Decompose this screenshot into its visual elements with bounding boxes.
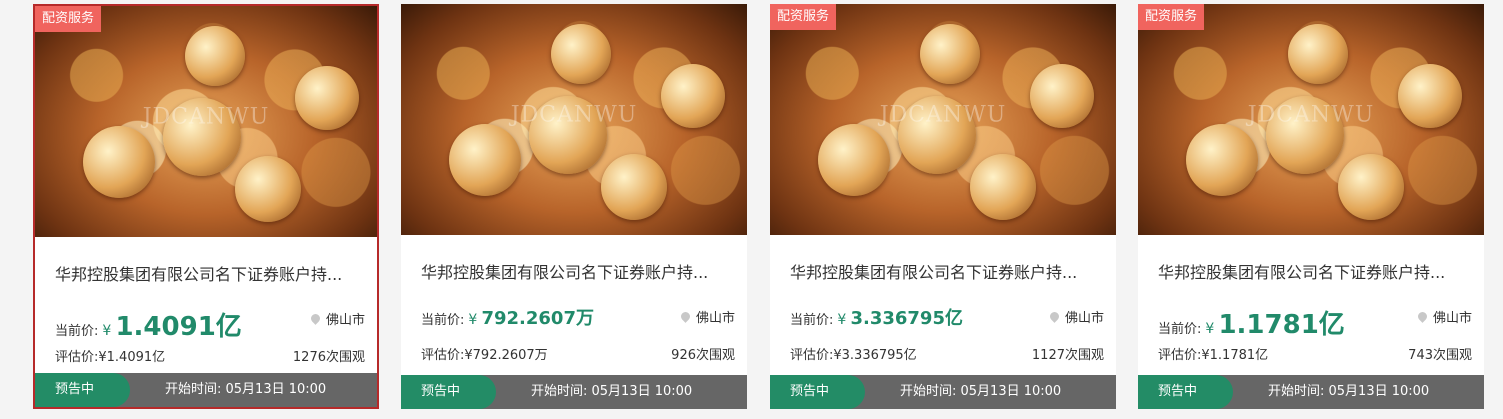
auction-card-row: JDCANWU 配资服务 华邦控股集团有限公司名下证券账户持... 当前价: ¥ … <box>0 0 1503 419</box>
coins-thumbnail[interactable]: JDCANWU <box>35 6 377 237</box>
view-count: 1276次围观 <box>292 350 365 365</box>
current-price-value: 792.2607万 <box>481 308 594 329</box>
current-price: 当前价: ¥ 1.4091亿 <box>55 306 242 343</box>
location-pin-icon <box>1048 310 1061 323</box>
currency-symbol: ¥ <box>1205 321 1215 337</box>
status-badge: 预告中 <box>401 375 496 409</box>
watermark: JDCANWU <box>1247 102 1375 128</box>
current-price: 当前价: ¥ 3.336795亿 <box>790 304 963 330</box>
card-footer: 预告中 开始时间: 05月13日 10:00 <box>401 375 747 409</box>
current-price-value: 1.4091亿 <box>115 312 242 342</box>
current-price-label: 当前价: <box>1158 322 1202 337</box>
financing-service-badge: 配资服务 <box>1138 4 1205 30</box>
currency-symbol: ¥ <box>102 323 112 339</box>
auction-card[interactable]: JDCANWU 配资服务 华邦控股集团有限公司名下证券账户持... 当前价: ¥ … <box>33 4 379 409</box>
appraisal-price: 评估价:¥792.2607万 <box>421 348 548 363</box>
location-pin-icon <box>309 312 322 325</box>
location-label: 佛山市 <box>325 313 365 328</box>
location: 佛山市 <box>309 309 365 328</box>
appraisal-price: 评估价:¥1.1781亿 <box>1158 348 1269 363</box>
location: 佛山市 <box>1416 307 1472 326</box>
item-title[interactable]: 华邦控股集团有限公司名下证券账户持... <box>790 259 1100 283</box>
card-footer: 预告中 开始时间: 05月13日 10:00 <box>1138 375 1484 409</box>
current-price: 当前价: ¥ 1.1781亿 <box>1158 304 1345 341</box>
coins-thumbnail[interactable]: JDCANWU <box>770 4 1116 235</box>
watermark: JDCANWU <box>510 102 638 128</box>
currency-symbol: ¥ <box>468 312 478 328</box>
location-pin-icon <box>1416 310 1429 323</box>
view-count: 1127次围观 <box>1031 348 1104 363</box>
current-price-label: 当前价: <box>421 313 465 328</box>
item-title[interactable]: 华邦控股集团有限公司名下证券账户持... <box>421 259 731 283</box>
start-time: 开始时间: 05月13日 10:00 <box>165 382 327 397</box>
status-badge: 预告中 <box>1138 375 1233 409</box>
auction-card[interactable]: JDCANWU 配资服务 华邦控股集团有限公司名下证券账户持... 当前价: ¥ … <box>770 4 1116 409</box>
start-time: 开始时间: 05月13日 10:00 <box>900 384 1062 399</box>
start-time: 开始时间: 05月13日 10:00 <box>1268 384 1430 399</box>
current-price-label: 当前价: <box>790 313 834 328</box>
start-time: 开始时间: 05月13日 10:00 <box>531 384 693 399</box>
view-count: 926次围观 <box>671 348 735 363</box>
coins-thumbnail[interactable]: JDCANWU <box>1138 4 1484 235</box>
current-price: 当前价: ¥ 792.2607万 <box>421 304 594 330</box>
appraisal-price: 评估价:¥1.4091亿 <box>55 350 166 365</box>
currency-symbol: ¥ <box>837 312 847 328</box>
item-title[interactable]: 华邦控股集团有限公司名下证券账户持... <box>1158 259 1468 283</box>
location-label: 佛山市 <box>1064 311 1104 326</box>
financing-service-badge: 配资服务 <box>35 6 102 32</box>
view-count: 743次围观 <box>1408 348 1472 363</box>
location-pin-icon <box>679 310 692 323</box>
location-label: 佛山市 <box>1432 311 1472 326</box>
status-badge: 预告中 <box>770 375 865 409</box>
auction-card[interactable]: JDCANWU 配资服务 华邦控股集团有限公司名下证券账户持... 当前价: ¥ … <box>1138 4 1484 409</box>
watermark: JDCANWU <box>879 102 1007 128</box>
card-footer: 预告中 开始时间: 05月13日 10:00 <box>35 373 377 407</box>
status-badge: 预告中 <box>35 373 130 407</box>
current-price-label: 当前价: <box>55 324 99 339</box>
card-footer: 预告中 开始时间: 05月13日 10:00 <box>770 375 1116 409</box>
current-price-value: 1.1781亿 <box>1218 310 1345 340</box>
watermark: JDCANWU <box>142 104 270 130</box>
financing-service-badge: 配资服务 <box>770 4 837 30</box>
location: 佛山市 <box>679 307 735 326</box>
location-label: 佛山市 <box>695 311 735 326</box>
current-price-value: 3.336795亿 <box>850 308 963 329</box>
auction-card[interactable]: JDCANWU 华邦控股集团有限公司名下证券账户持... 当前价: ¥ 792.2… <box>401 4 747 409</box>
location: 佛山市 <box>1048 307 1104 326</box>
item-title[interactable]: 华邦控股集团有限公司名下证券账户持... <box>55 261 365 285</box>
appraisal-price: 评估价:¥3.336795亿 <box>790 348 917 363</box>
coins-thumbnail[interactable]: JDCANWU <box>401 4 747 235</box>
